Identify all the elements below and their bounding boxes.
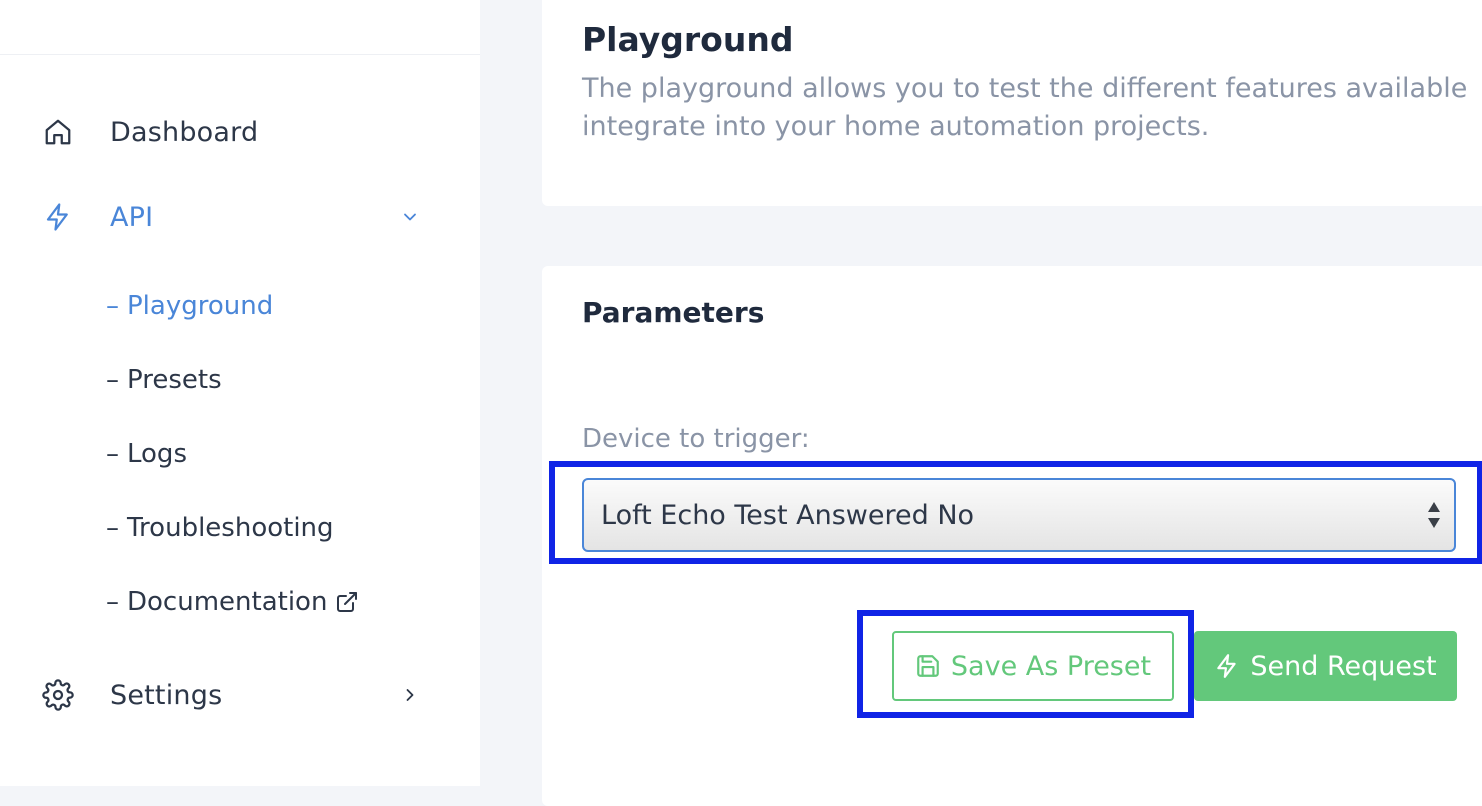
subitem-label: Troubleshooting [127, 513, 334, 543]
subitem-label: Documentation [127, 587, 328, 617]
page-title: Playground [582, 20, 794, 59]
sidebar-divider [0, 54, 480, 55]
bolt-icon [40, 199, 76, 235]
sidebar-subitem-playground[interactable]: – Playground [106, 288, 273, 324]
subitem-dash: – [106, 513, 119, 543]
save-as-preset-label: Save As Preset [950, 650, 1152, 682]
chevron-right-icon [398, 683, 422, 707]
sidebar-subitem-troubleshooting[interactable]: – Troubleshooting [106, 510, 334, 546]
device-select-value: Loft Echo Test Answered No [601, 499, 975, 531]
subitem-dash: – [106, 439, 119, 469]
sidebar-item-api[interactable]: API [40, 197, 440, 237]
home-icon [40, 114, 76, 150]
select-arrows-icon [1426, 500, 1442, 530]
chevron-down-icon [398, 205, 422, 229]
send-request-button[interactable]: Send Request [1194, 631, 1457, 701]
bolt-icon [1214, 653, 1240, 679]
parameters-title: Parameters [582, 296, 765, 329]
sidebar-item-dashboard[interactable]: Dashboard [40, 112, 440, 152]
send-request-label: Send Request [1250, 650, 1437, 682]
sidebar-subitem-presets[interactable]: – Presets [106, 362, 222, 398]
sidebar-subitem-documentation[interactable]: – Documentation [106, 584, 359, 620]
device-label: Device to trigger: [582, 424, 810, 454]
subitem-dash: – [106, 365, 119, 395]
subitem-label: Playground [127, 291, 274, 321]
sidebar-subitem-logs[interactable]: – Logs [106, 436, 187, 472]
external-link-icon [335, 590, 359, 614]
device-select[interactable]: Loft Echo Test Answered No [582, 478, 1456, 552]
sidebar-item-settings[interactable]: Settings [40, 675, 440, 715]
sidebar: Dashboard API – Playground – Presets – L… [0, 0, 480, 786]
save-as-preset-button[interactable]: Save As Preset [892, 631, 1174, 701]
save-icon [915, 653, 941, 679]
gear-icon [40, 677, 76, 713]
subitem-dash: – [106, 291, 119, 321]
subitem-dash: – [106, 587, 119, 617]
sidebar-item-label: Dashboard [110, 116, 259, 148]
subitem-label: Logs [127, 439, 187, 469]
sidebar-item-label: API [110, 201, 154, 233]
description-line: The playground allows you to test the di… [582, 73, 1468, 104]
sidebar-item-label: Settings [110, 679, 223, 711]
subitem-label: Presets [127, 365, 222, 395]
page-description: The playground allows you to test the di… [582, 70, 1482, 146]
description-line: integrate into your home automation proj… [582, 111, 1210, 142]
